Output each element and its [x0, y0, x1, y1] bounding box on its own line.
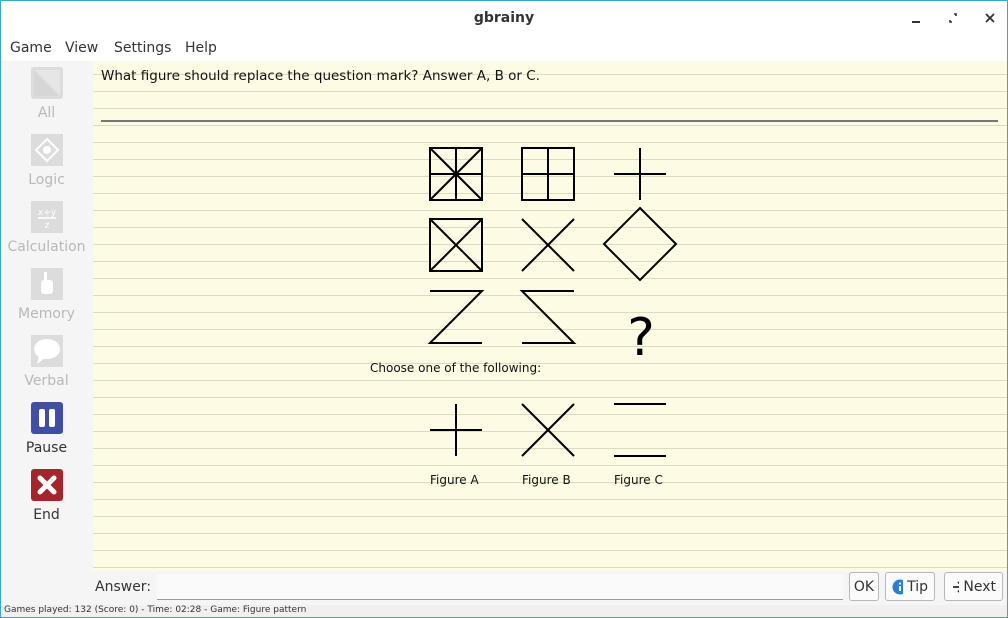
minimize-icon[interactable]	[907, 9, 925, 27]
grid-figure-3-2	[519, 290, 577, 344]
tip-button[interactable]: Tip	[885, 572, 935, 601]
tip-button-label: Tip	[907, 578, 928, 595]
sidebar-item-label: Verbal	[24, 373, 69, 389]
title-bar: gbrainy	[1, 1, 1007, 35]
maximize-icon[interactable]	[944, 9, 962, 27]
all-games-icon	[31, 67, 63, 99]
answer-bar: Answer: OK Tip Next	[1, 571, 1007, 605]
next-button-label: Next	[963, 578, 996, 595]
sidebar-item-label: Logic	[28, 172, 65, 188]
grid-figure-2-1	[429, 218, 483, 272]
figure-c-label: Figure C	[614, 473, 663, 487]
menu-game[interactable]: Game	[10, 40, 52, 56]
sidebar-item-label: Calculation	[7, 239, 86, 255]
ok-button-label: OK	[853, 578, 875, 595]
puzzle-figures: ?	[427, 147, 678, 457]
sidebar-item-logic[interactable]: Logic	[1, 128, 92, 194]
arrow-right-icon	[953, 580, 960, 593]
answer-label: Answer:	[95, 579, 152, 595]
sidebar-item-label: Pause	[25, 440, 68, 456]
close-icon[interactable]	[981, 9, 999, 27]
puzzle-area: What figure should replace the question …	[93, 61, 1007, 571]
game-sidebar: All Logic x+y z Calculation Memory Verbal	[1, 61, 92, 571]
pause-icon	[31, 402, 63, 434]
sidebar-item-memory[interactable]: Memory	[1, 262, 92, 328]
sidebar-item-verbal[interactable]: Verbal	[1, 329, 92, 395]
menu-help[interactable]: Help	[185, 40, 217, 56]
info-icon	[892, 579, 904, 594]
sidebar-item-label: All	[37, 105, 56, 121]
menu-view[interactable]: View	[65, 40, 98, 56]
figure-a-label: Figure A	[430, 473, 479, 487]
grid-figure-2-2	[521, 218, 575, 272]
calculation-icon: x+y z	[31, 201, 63, 233]
grid-figure-1-3	[614, 148, 666, 200]
app-window: gbrainy Game View Settings Help All Logi	[0, 0, 1008, 618]
memory-icon	[31, 268, 63, 300]
answer-input[interactable]	[157, 574, 843, 600]
status-bar: Games played: 132 (Score: 0) - Time: 02:…	[1, 605, 1007, 617]
pause-button[interactable]: Pause	[1, 396, 92, 462]
grid-figure-3-1	[427, 290, 485, 344]
end-icon	[31, 469, 63, 501]
next-button[interactable]: Next	[944, 572, 1003, 601]
ok-button[interactable]: OK	[849, 572, 879, 601]
svg-text:x+y: x+y	[38, 208, 57, 218]
menu-bar: Game View Settings Help	[1, 35, 1007, 61]
sidebar-item-all[interactable]: All	[1, 61, 92, 127]
logic-icon	[31, 134, 63, 166]
figure-b-label: Figure B	[522, 473, 571, 487]
svg-text:z: z	[45, 221, 50, 231]
question-mark: ?	[627, 308, 655, 368]
option-figure-a	[430, 404, 482, 456]
end-button[interactable]: End	[1, 463, 92, 529]
window-title: gbrainy	[473, 10, 535, 26]
verbal-icon	[31, 335, 63, 367]
grid-figure-2-3	[602, 206, 678, 282]
sidebar-item-label: Memory	[18, 306, 75, 322]
menu-settings[interactable]: Settings	[114, 40, 171, 56]
choose-prompt: Choose one of the following:	[370, 361, 542, 375]
sidebar-item-label: End	[33, 507, 60, 523]
sidebar-item-calculation[interactable]: x+y z Calculation	[1, 195, 92, 261]
grid-figure-1-1	[429, 147, 483, 201]
option-figure-c	[614, 403, 666, 457]
option-figure-b	[521, 403, 575, 457]
grid-figure-1-2	[521, 147, 575, 201]
